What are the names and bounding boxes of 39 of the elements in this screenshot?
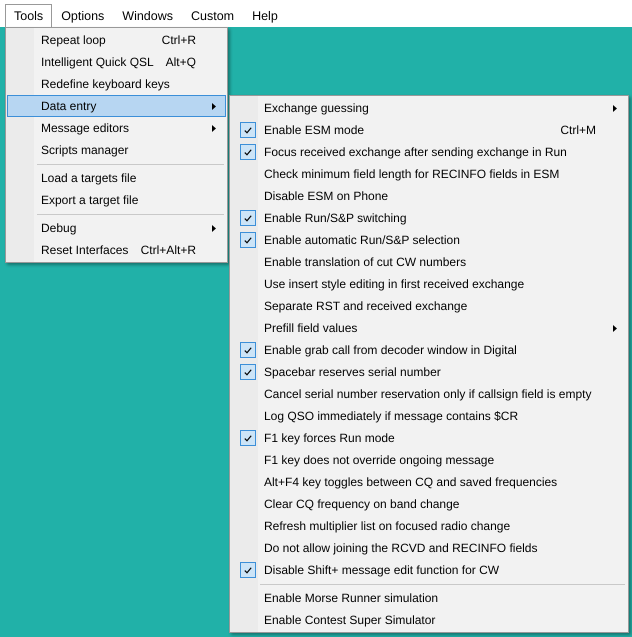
menu-item[interactable]: Enable automatic Run/S&P selection [231,229,627,251]
menu-item[interactable]: Disable Shift+ message edit function for CW [231,559,627,581]
menu-item[interactable]: Log QSO immediately if message contains $CR [231,405,627,427]
menu-item[interactable]: Reset Interfaces Ctrl+Alt+R [7,239,226,261]
menu-item[interactable]: Load a targets file [7,167,226,189]
menu-item[interactable]: Message editors [7,117,226,139]
menu-item[interactable]: Redefine keyboard keys [7,73,226,95]
menu-item[interactable]: Separate RST and received exchange [231,295,627,317]
menu-item[interactable]: Focus received exchange after sending exchange in Run [231,141,627,163]
menu-item[interactable]: Cancel serial number reservation only if callsign field is empty [231,383,627,405]
menu-item[interactable]: Scripts manager [7,139,226,161]
menu-item[interactable]: Enable Contest Super Simulator [231,609,627,631]
menu-item[interactable]: Intelligent Quick QSL Alt+Q [7,51,226,73]
menu-item[interactable]: Clear CQ frequency on band change [231,493,627,515]
menu-item[interactable]: F1 key forces Run mode [231,427,627,449]
menu-item[interactable]: Refresh multiplier list on focused radio change [231,515,627,537]
menu-bar-item[interactable]: Help [243,4,287,27]
menu-item[interactable]: F1 key does not override ongoing message [231,449,627,471]
menu-item[interactable]: Check minimum field length for RECINFO fields in ESM [231,163,627,185]
menu-item[interactable]: Enable ESM mode Ctrl+M [231,119,627,141]
menu-item[interactable]: Data entry [7,95,226,117]
menu-bar-item[interactable]: Tools [5,4,52,27]
menu-bar-item[interactable]: Windows [113,4,182,27]
menu-bar-item[interactable]: Options [52,4,114,27]
menu-item[interactable]: Alt+F4 key toggles between CQ and saved frequencies [231,471,627,493]
menu-item[interactable]: Spacebar reserves serial number [231,361,627,383]
menu-item[interactable]: Repeat loop Ctrl+R [7,29,226,51]
menu-item[interactable]: Exchange guessing [231,97,627,119]
menu-item[interactable]: Enable grab call from decoder window in Digital [231,339,627,361]
menu-bar-item[interactable]: Custom [182,4,244,27]
menu-item[interactable]: Disable ESM on Phone [231,185,627,207]
menu-item[interactable]: Use insert style editing in first received exchange [231,273,627,295]
menu-item[interactable]: Prefill field values [231,317,627,339]
menu-item[interactable]: Do not allow joining the RCVD and RECINFO fields [231,537,627,559]
menu-item[interactable]: Enable Run/S&P switching [231,207,627,229]
menu-item[interactable]: Debug [7,217,226,239]
menu-item[interactable]: Enable Morse Runner simulation [231,587,627,609]
menu-item[interactable]: Export a target file [7,189,226,211]
menu-item[interactable]: Enable translation of cut CW numbers [231,251,627,273]
